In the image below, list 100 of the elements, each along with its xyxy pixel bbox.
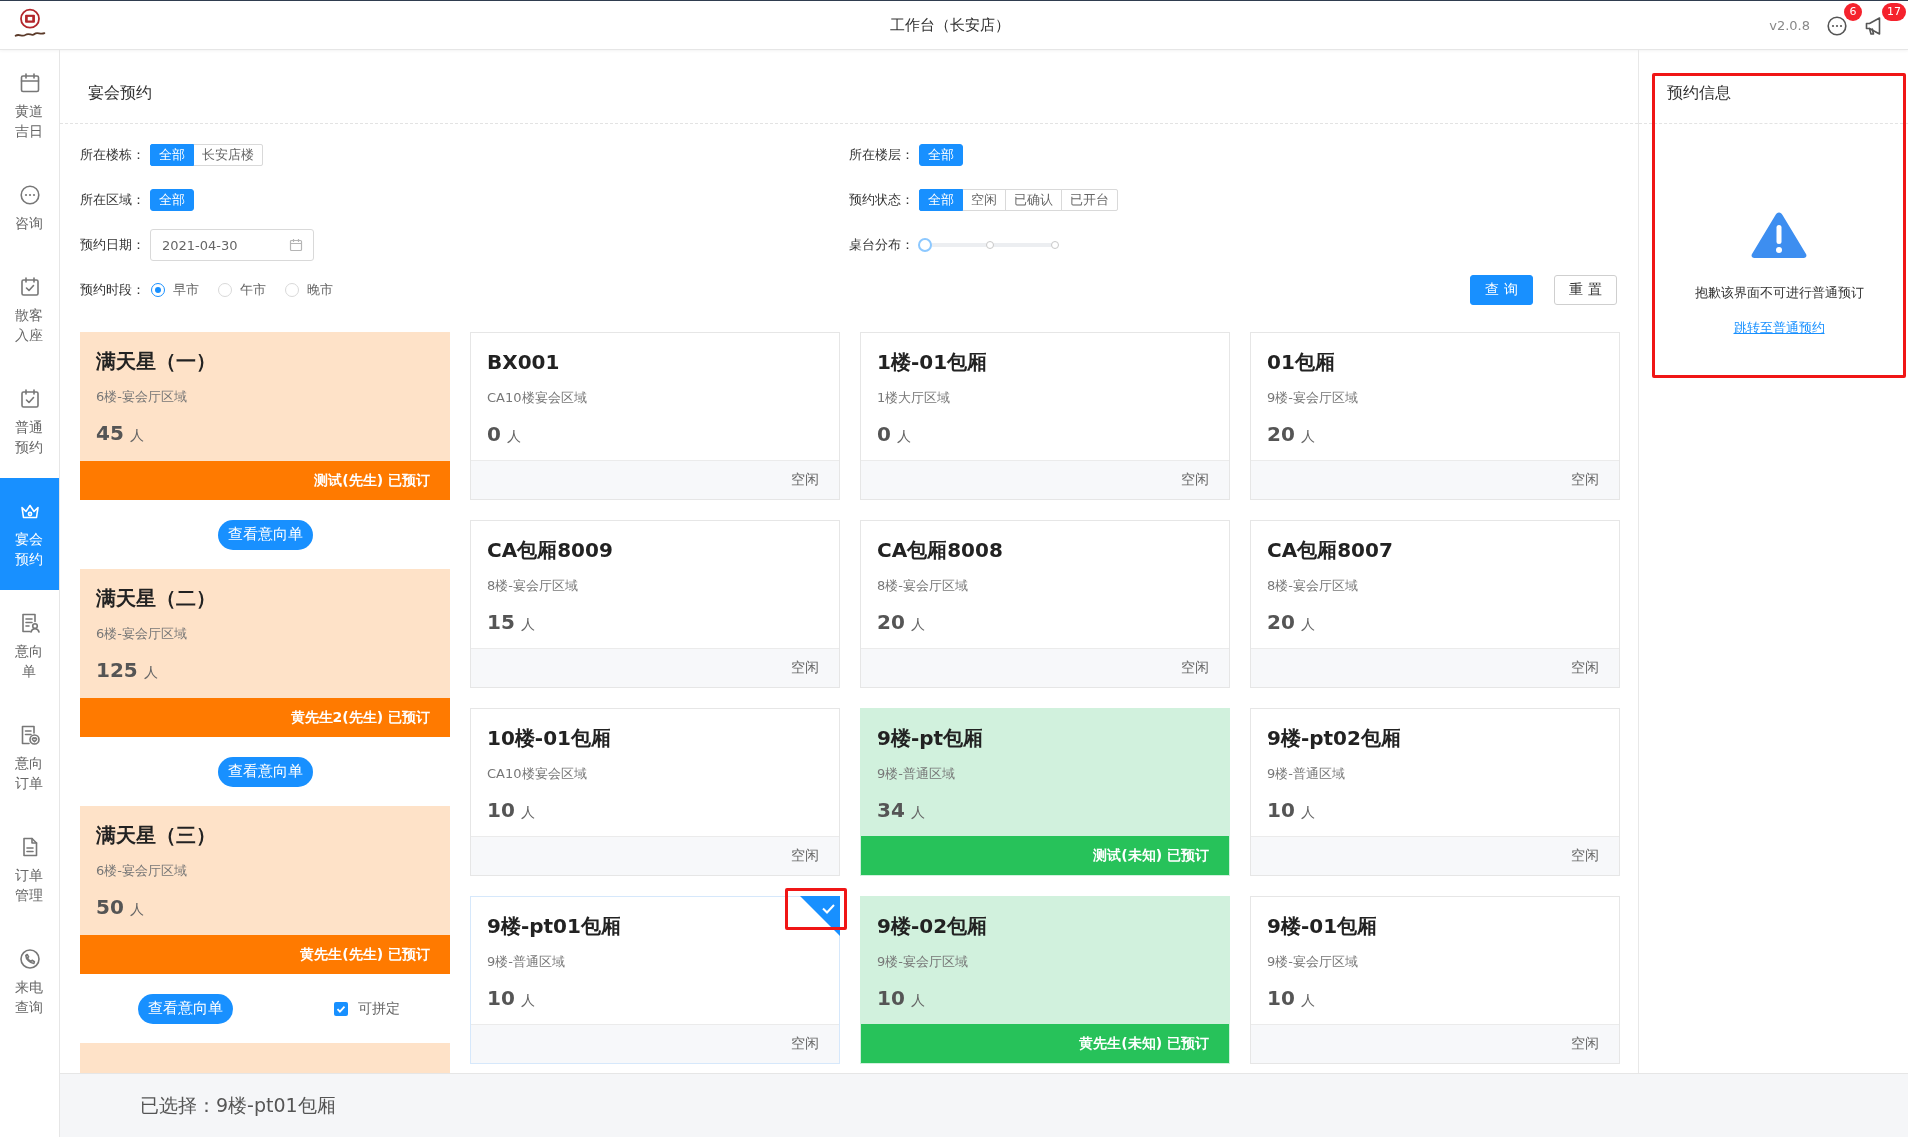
room-card[interactable]: 01包厢 9楼-宴会厅区域 20 人 空闲 — [1250, 332, 1620, 500]
filter-option[interactable]: 长安店楼 — [193, 144, 263, 166]
reset-button[interactable]: 重置 — [1554, 275, 1617, 305]
filter-option[interactable]: 空闲 — [962, 189, 1006, 211]
date-field[interactable]: 2021-04-30 — [150, 229, 314, 261]
filter-option[interactable]: 全部 — [150, 144, 194, 166]
chat-icon[interactable] — [1825, 14, 1849, 38]
view-intent-button[interactable]: 查看意向单 — [138, 993, 234, 1024]
nav-item[interactable]: 订单管理 — [0, 814, 59, 926]
room-name: 9楼-02包厢 — [877, 913, 989, 939]
unit-label: 人 — [1300, 991, 1315, 1010]
room-card[interactable]: CA包厢8009 8楼-宴会厅区域 15 人 空闲 — [470, 520, 840, 688]
guest-count: 10 — [1267, 985, 1295, 1011]
room-name: BX001 — [487, 349, 561, 375]
area-label: 9楼-普通区域 — [877, 765, 956, 783]
guest-count: 10 — [487, 985, 515, 1011]
unit-label: 人 — [520, 991, 535, 1010]
room-name: 01包厢 — [1267, 349, 1336, 375]
nav-item[interactable]: 宴会预约 — [0, 478, 59, 590]
radio-option[interactable]: 早市 — [151, 281, 199, 299]
booking-status: 空闲 — [471, 836, 839, 875]
slider-thumb[interactable] — [918, 238, 932, 252]
area-label: 8楼-宴会厅区域 — [487, 577, 579, 595]
room-card[interactable]: 9楼-01包厢 9楼-宴会厅区域 10 人 空闲 — [1250, 896, 1620, 1064]
booking-status: 空闲 — [1251, 460, 1619, 499]
radio-option[interactable]: 晚市 — [285, 281, 333, 299]
guest-count: 0 — [877, 421, 891, 447]
filter-label: 所在楼层： — [849, 146, 915, 164]
hall-name: 满天星（二） — [96, 585, 217, 611]
room-card[interactable]: BX001 CA10楼宴会区域 0 人 空闲 — [470, 332, 840, 500]
room-card[interactable]: 9楼-02包厢 9楼-宴会厅区域 10 人 黄先生(未知) 已预订 — [860, 896, 1230, 1064]
room-card[interactable]: CA包厢8008 8楼-宴会厅区域 20 人 空闲 — [860, 520, 1230, 688]
guest-count: 0 — [487, 421, 501, 447]
slider-track[interactable] — [919, 238, 1061, 252]
unit-label: 人 — [520, 615, 535, 634]
area-label: 1楼大厅区域 — [877, 389, 952, 407]
filter-option[interactable]: 全部 — [919, 189, 963, 211]
room-card[interactable]: 1楼-01包厢 1楼大厅区域 0 人 空闲 — [860, 332, 1230, 500]
unit-label: 人 — [910, 615, 925, 634]
area-label: 8楼-宴会厅区域 — [1267, 577, 1359, 595]
area-label: 9楼-宴会厅区域 — [1267, 389, 1359, 407]
filter-option[interactable]: 已确认 — [1005, 189, 1062, 211]
checkbox-option[interactable]: 可拼定 — [333, 999, 400, 1018]
slider-stop-icon — [986, 241, 994, 249]
booking-status: 黄先生2(先生) 已预订 — [80, 698, 450, 737]
guest-count: 10 — [877, 985, 905, 1011]
filter-option[interactable]: 全部 — [150, 189, 194, 211]
banquet-card[interactable]: 满天星（三） 6楼-宴会厅区域 50 人 黄先生(先生) 已预订 — [80, 806, 450, 974]
notification-badge: 6 — [1844, 3, 1862, 21]
panel-title: 预约信息 — [1667, 83, 1731, 104]
unit-label: 人 — [1300, 615, 1315, 634]
filter-label: 预约时段： — [80, 281, 146, 299]
phone-icon[interactable] — [17, 947, 42, 971]
radio-icon[interactable] — [151, 283, 165, 297]
area-label: CA10楼宴会区域 — [487, 765, 588, 783]
banquet-card[interactable]: 满天星（二） 6楼-宴会厅区域 125 人 黄先生2(先生) 已预订 — [80, 569, 450, 737]
radio-option[interactable]: 午市 — [218, 281, 266, 299]
nav-item[interactable]: 意向订单 — [0, 702, 59, 814]
room-card[interactable]: CA包厢8007 8楼-宴会厅区域 20 人 空闲 — [1250, 520, 1620, 688]
filter-label: 预约日期： — [80, 236, 146, 254]
booking-status: 黄先生(未知) 已预订 — [861, 1024, 1229, 1063]
room-name: CA包厢8008 — [877, 537, 1004, 563]
banquet-card[interactable]: 满天星（一） 6楼-宴会厅区域 45 人 测试(先生) 已预订 — [80, 332, 450, 500]
query-button[interactable]: 查询 — [1470, 275, 1533, 305]
room-card[interactable]: 9楼-pt02包厢 9楼-普通区域 10 人 空闲 — [1250, 708, 1620, 876]
slider-stop-icon — [1051, 241, 1059, 249]
room-name: 9楼-01包厢 — [1267, 913, 1379, 939]
guest-count: 20 — [1267, 609, 1295, 635]
chat-icon[interactable] — [17, 183, 42, 207]
nav-item[interactable]: 咨询 — [0, 162, 59, 254]
nav-item[interactable]: 来电查询 — [0, 926, 59, 1038]
view-intent-button[interactable]: 查看意向单 — [217, 519, 313, 550]
unit-label: 人 — [896, 427, 911, 446]
nav-item[interactable]: 意向单 — [0, 590, 59, 702]
nav-item[interactable]: 散客入座 — [0, 254, 59, 366]
area-label: CA10楼宴会区域 — [487, 389, 588, 407]
check-corner-icon — [800, 896, 840, 936]
area-label: 6楼-宴会厅区域 — [96, 625, 188, 643]
guest-count: 34 — [877, 797, 905, 823]
redirect-link[interactable]: 跳转至普通预约 — [1733, 318, 1825, 338]
booking-status: 空闲 — [1251, 648, 1619, 687]
unit-label: 人 — [520, 803, 535, 822]
area-label: 9楼-宴会厅区域 — [877, 953, 969, 971]
version-label: v2.0.8 — [1769, 17, 1810, 33]
filter-label: 预约状态： — [849, 191, 915, 209]
nav-item[interactable]: 普通预约 — [0, 366, 59, 478]
room-card[interactable]: 9楼-pt包厢 9楼-普通区域 34 人 测试(未知) 已预订 — [860, 708, 1230, 876]
room-card[interactable]: 10楼-01包厢 CA10楼宴会区域 10 人 空闲 — [470, 708, 840, 876]
view-intent-button[interactable]: 查看意向单 — [217, 756, 313, 787]
booking-status: 空闲 — [1251, 836, 1619, 875]
unit-label: 人 — [506, 427, 521, 446]
booking-status: 测试(先生) 已预订 — [80, 461, 450, 500]
filter-label: 所在楼栋： — [80, 146, 146, 164]
filter-option[interactable]: 全部 — [919, 144, 963, 166]
filter-option[interactable]: 已开台 — [1061, 189, 1118, 211]
nav-item[interactable]: 黄道吉日 — [0, 50, 59, 162]
room-card[interactable]: 9楼-pt01包厢 9楼-普通区域 10 人 空闲 — [470, 896, 840, 1064]
checkbox-icon[interactable] — [333, 1001, 348, 1016]
hall-name: 满天星（一） — [96, 348, 217, 374]
section-title: 宴会预约 — [88, 83, 152, 104]
